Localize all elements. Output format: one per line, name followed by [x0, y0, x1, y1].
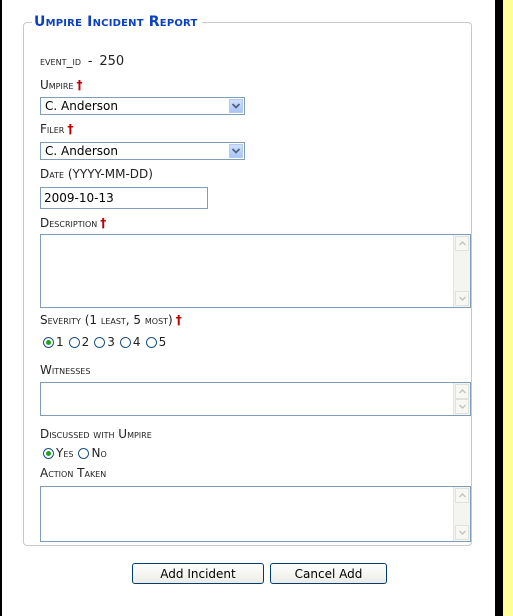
required-marker: †	[76, 78, 83, 92]
scrollbar[interactable]	[453, 235, 470, 307]
filer-select[interactable]: C. Anderson	[40, 142, 245, 160]
severity-option-1[interactable]: 1	[43, 335, 64, 349]
discussed-radio-group: Yes No	[43, 446, 112, 460]
severity-radio-group: 1 2 3 4 5	[43, 335, 171, 349]
scroll-down-arrow-icon[interactable]	[455, 525, 469, 540]
scroll-up-arrow-icon[interactable]	[455, 384, 469, 399]
severity-option-label: 5	[158, 335, 167, 349]
witnesses-textarea[interactable]	[40, 382, 471, 416]
event-id-row: event_id - 250	[40, 54, 124, 69]
radio-button[interactable]	[94, 336, 106, 348]
filer-label-row: Filer †	[40, 122, 73, 136]
severity-option-label: 4	[132, 335, 141, 349]
chevron-down-icon[interactable]	[229, 99, 243, 113]
radio-button-selected[interactable]	[43, 336, 54, 348]
umpire-label: Umpire	[40, 78, 74, 92]
event-id-label: event_id	[40, 54, 81, 68]
required-marker: †	[175, 313, 182, 327]
chevron-down-icon[interactable]	[229, 144, 243, 158]
severity-option-4[interactable]: 4	[119, 335, 141, 349]
severity-option-label: 3	[107, 335, 115, 349]
scroll-down-arrow-icon[interactable]	[455, 291, 469, 306]
severity-label: Severity (1 least, 5 most)	[40, 313, 173, 327]
description-textarea[interactable]	[40, 234, 471, 308]
filer-select-value: C. Anderson	[45, 144, 118, 158]
scroll-down-arrow-icon[interactable]	[455, 399, 469, 414]
discussed-option-label: No	[91, 446, 107, 460]
event-id-separator: -	[87, 54, 93, 69]
page-content: Umpire Incident Report event_id - 250 Um…	[2, 0, 495, 616]
date-label: Date (YYYY-MM-DD)	[40, 167, 153, 181]
severity-option-label: 1	[56, 335, 64, 349]
umpire-label-row: Umpire †	[40, 78, 82, 92]
description-label-row: Description †	[40, 216, 106, 230]
description-label: Description	[40, 216, 98, 230]
radio-button[interactable]	[78, 447, 90, 459]
cancel-add-button[interactable]: Cancel Add	[270, 563, 387, 584]
severity-label-row: Severity (1 least, 5 most) †	[40, 313, 182, 327]
scrollbar[interactable]	[453, 487, 470, 541]
action-taken-label: Action Taken	[40, 466, 107, 480]
scroll-up-arrow-icon[interactable]	[455, 488, 469, 503]
severity-option-3[interactable]: 3	[94, 335, 115, 349]
required-marker: †	[100, 216, 107, 230]
witnesses-label: Witnesses	[40, 363, 91, 377]
radio-button[interactable]	[145, 336, 157, 348]
umpire-select-value: C. Anderson	[45, 99, 118, 113]
umpire-select[interactable]: C. Anderson	[40, 97, 245, 115]
discussed-option-label: Yes	[56, 446, 74, 460]
form-title: Umpire Incident Report	[34, 14, 198, 30]
discussed-label: Discussed with Umpire	[40, 427, 152, 441]
incident-form: Umpire Incident Report event_id - 250 Um…	[23, 14, 472, 546]
radio-button-selected[interactable]	[43, 447, 54, 459]
severity-option-label: 2	[81, 335, 90, 349]
severity-option-2[interactable]: 2	[68, 335, 90, 349]
required-marker: †	[67, 122, 74, 136]
discussed-option-yes[interactable]: Yes	[43, 446, 73, 460]
radio-button[interactable]	[68, 336, 80, 348]
scrollbar[interactable]	[453, 383, 470, 415]
action-taken-textarea[interactable]	[40, 486, 471, 542]
event-id-value: 250	[99, 54, 125, 69]
discussed-option-no[interactable]: No	[78, 446, 107, 460]
add-incident-button[interactable]: Add Incident	[132, 563, 264, 584]
radio-button[interactable]	[119, 336, 131, 348]
date-input[interactable]: 2009-10-13	[40, 187, 208, 209]
scroll-up-arrow-icon[interactable]	[455, 236, 469, 251]
severity-option-5[interactable]: 5	[145, 335, 167, 349]
filer-label: Filer	[40, 122, 65, 136]
